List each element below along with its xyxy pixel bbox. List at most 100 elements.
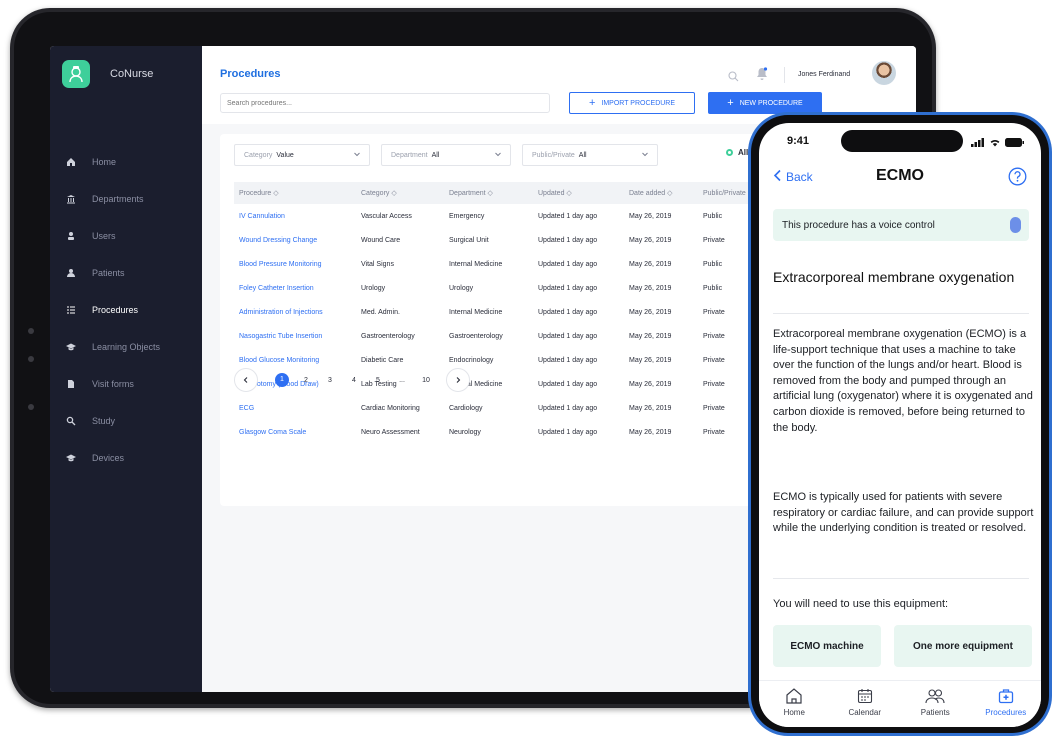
procedure-link[interactable]: Blood Pressure Monitoring xyxy=(234,252,356,276)
page-3[interactable]: 3 xyxy=(318,377,342,384)
table-row[interactable]: ECG Cardiac Monitoring Cardiology Updated 1… xyxy=(234,396,758,420)
bell-icon[interactable] xyxy=(756,67,768,86)
sidebar-item-departments[interactable]: Departments xyxy=(50,180,202,217)
calendar-icon xyxy=(857,687,873,705)
sidebar-nav: Home Departments Users Patients Procedur… xyxy=(50,143,202,476)
help-icon[interactable] xyxy=(1008,167,1027,191)
sidebar-item-users[interactable]: Users xyxy=(50,217,202,254)
sidebar-item-procedures[interactable]: Procedures xyxy=(50,291,202,328)
plus-icon: + xyxy=(588,97,596,109)
brand-name: CoNurse xyxy=(110,68,154,80)
procedure-link[interactable]: ECG xyxy=(234,396,356,420)
procedure-link[interactable]: Administration of Injections xyxy=(234,300,356,324)
table-cell: May 26, 2019 xyxy=(629,260,672,268)
column-header-date-added[interactable]: Date added ◇ xyxy=(624,182,698,204)
dynamic-island xyxy=(841,130,963,152)
brand[interactable]: CoNurse xyxy=(62,60,153,88)
tab-calendar[interactable]: Calendar xyxy=(830,681,901,727)
equipment-card-one-more[interactable]: One more equipment xyxy=(894,625,1032,667)
public-private-filter[interactable]: Public/Private All xyxy=(522,144,658,166)
all-status-label: All xyxy=(738,148,749,157)
equipment-card-ecmo-machine[interactable]: ECMO machine xyxy=(773,625,881,667)
sidebar-item-learning-objects[interactable]: Learning Objects xyxy=(50,328,202,365)
bottom-tab-bar: Home Calendar Patients Procedures xyxy=(759,680,1041,727)
sidebar-item-devices[interactable]: Devices xyxy=(50,439,202,476)
procedure-link[interactable]: Foley Catheter Insertion xyxy=(234,276,356,300)
table-cell: Neurology xyxy=(449,428,481,436)
column-header-updated[interactable]: Updated ◇ xyxy=(533,182,624,204)
phone-frame: 9:41 Back ECMO This procedure has a voic… xyxy=(748,112,1052,736)
medical-kit-icon xyxy=(998,687,1014,705)
tab-procedures[interactable]: Procedures xyxy=(971,681,1042,727)
new-procedure-label: NEW PROCEDURE xyxy=(739,99,803,107)
page-5[interactable]: 5 xyxy=(366,377,390,384)
procedure-heading: Extracorporeal membrane oxygenation xyxy=(773,269,1015,285)
table-cell: Internal Medicine xyxy=(449,308,503,316)
table-row[interactable]: Administration of Injections Med. Admin. I… xyxy=(234,300,758,324)
procedures-table: Procedure ◇ Category ◇ Department ◇ Upda… xyxy=(234,182,758,444)
table-cell: Cardiology xyxy=(449,404,483,412)
voice-control-text: This procedure has a voice control xyxy=(782,219,935,231)
plus-icon: + xyxy=(727,97,734,109)
table-row[interactable]: Foley Catheter Insertion Urology Urology Up… xyxy=(234,276,758,300)
table-cell: May 26, 2019 xyxy=(629,284,672,292)
sidebar-item-visit-forms[interactable]: Visit forms xyxy=(50,365,202,402)
page-1[interactable]: 1 xyxy=(275,373,289,387)
procedure-description: Extracorporeal membrane oxygenation (ECM… xyxy=(773,328,1033,434)
column-header-procedure[interactable]: Procedure ◇ xyxy=(234,182,356,204)
divider xyxy=(773,313,1029,314)
table-row[interactable]: Wound Dressing Change Wound Care Surgical … xyxy=(234,228,758,252)
tab-patients[interactable]: Patients xyxy=(900,681,971,727)
search-icon[interactable] xyxy=(728,69,739,87)
home-icon xyxy=(66,157,76,167)
list-icon xyxy=(66,305,76,315)
table-cell: Cardiac Monitoring xyxy=(361,404,420,412)
column-header-category[interactable]: Category ◇ xyxy=(356,182,444,204)
next-page-button[interactable] xyxy=(446,368,470,392)
category-filter[interactable]: Category Value xyxy=(234,144,370,166)
sidebar-item-home[interactable]: Home xyxy=(50,143,202,180)
table-cell: May 26, 2019 xyxy=(629,428,672,436)
sidebar-item-study[interactable]: Study xyxy=(50,402,202,439)
user-name[interactable]: Jones Ferdinand xyxy=(798,71,850,78)
table-cell: Internal Medicine xyxy=(449,260,503,268)
home-icon xyxy=(785,687,803,705)
avatar[interactable] xyxy=(872,61,896,85)
equipment-label: You will need to use this equipment: xyxy=(773,598,949,610)
procedure-link[interactable]: Glasgow Coma Scale xyxy=(234,420,356,444)
table-cell: Vascular Access xyxy=(361,212,412,220)
page-4[interactable]: 4 xyxy=(342,377,366,384)
previous-page-button[interactable] xyxy=(234,368,258,392)
department-filter[interactable]: Department All xyxy=(381,144,511,166)
sidebar-item-patients[interactable]: Patients xyxy=(50,254,202,291)
table-cell: Wound Care xyxy=(361,236,401,244)
table-row[interactable]: IV Cannulation Vascular Access Emergency Up… xyxy=(234,204,758,228)
all-status-filter[interactable]: All xyxy=(726,148,748,157)
microphone-icon[interactable] xyxy=(1010,217,1021,233)
tab-label: Home xyxy=(783,708,805,717)
table-cell: Gastroenterology xyxy=(361,332,415,340)
column-header-department[interactable]: Department ◇ xyxy=(444,182,533,204)
header-divider xyxy=(784,67,785,83)
table-cell: Updated 1 day ago xyxy=(538,356,598,364)
table-row[interactable]: Nasogastric Tube Insertion Gastroenterolo… xyxy=(234,324,758,348)
sidebar-item-label: Users xyxy=(92,230,116,241)
building-icon xyxy=(66,194,76,204)
chevron-left-icon xyxy=(242,371,250,389)
procedure-link[interactable]: Wound Dressing Change xyxy=(234,228,356,252)
divider xyxy=(773,578,1029,579)
import-procedure-button[interactable]: + IMPORT PROCEDURE xyxy=(569,92,695,114)
procedure-link[interactable]: IV Cannulation xyxy=(234,204,356,228)
voice-control-banner[interactable]: This procedure has a voice control xyxy=(773,209,1029,241)
new-procedure-button[interactable]: + NEW PROCEDURE xyxy=(708,92,822,114)
battery-icon xyxy=(1005,134,1025,152)
table-row[interactable]: Glasgow Coma Scale Neuro Assessment Neurol… xyxy=(234,420,758,444)
page-10[interactable]: 10 xyxy=(414,377,438,384)
search-input[interactable] xyxy=(220,93,550,113)
page-2[interactable]: 2 xyxy=(294,377,318,384)
tab-home[interactable]: Home xyxy=(759,681,830,727)
procedures-card: Category Value Department All Public/Priva… xyxy=(220,134,820,506)
table-row[interactable]: Blood Pressure Monitoring Vital Signs Inte… xyxy=(234,252,758,276)
table-cell: Vital Signs xyxy=(361,260,394,268)
procedure-link[interactable]: Nasogastric Tube Insertion xyxy=(234,324,356,348)
